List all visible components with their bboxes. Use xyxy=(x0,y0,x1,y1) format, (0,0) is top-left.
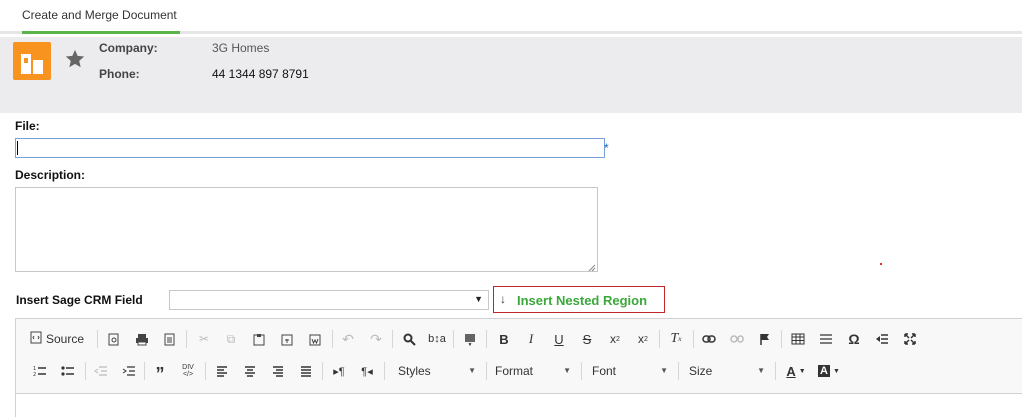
undo-icon[interactable]: ↶ xyxy=(338,329,358,349)
entity-header: Company: 3G Homes Phone: 44 1344 897 879… xyxy=(0,37,1022,113)
svg-text:2: 2 xyxy=(33,372,36,377)
phone-value: 44 1344 897 8791 xyxy=(212,67,309,81)
anchor-flag-icon[interactable] xyxy=(755,329,775,349)
strikethrough-icon[interactable]: S xyxy=(577,329,597,349)
format-dropdown[interactable]: Format ▼ xyxy=(495,361,571,381)
text-direction-rtl-icon[interactable]: ¶◂ xyxy=(357,361,377,381)
active-tab-indicator xyxy=(22,31,180,34)
indent-icon[interactable] xyxy=(119,361,139,381)
insert-nested-region-button[interactable]: ↓ Insert Nested Region xyxy=(493,286,665,313)
outdent-icon[interactable] xyxy=(91,361,111,381)
tab-create-merge-document[interactable]: Create and Merge Document xyxy=(22,0,180,34)
superscript-icon[interactable]: x2 xyxy=(633,329,653,349)
link-icon[interactable] xyxy=(699,329,719,349)
align-center-icon[interactable] xyxy=(240,361,260,381)
company-value: 3G Homes xyxy=(212,41,270,55)
size-dropdown[interactable]: Size ▼ xyxy=(689,361,765,381)
chevron-down-icon: ▼ xyxy=(474,294,483,304)
maximize-icon[interactable] xyxy=(900,329,920,349)
preview-icon[interactable] xyxy=(104,329,124,349)
text-cursor xyxy=(17,141,18,155)
chevron-down-icon: ▼ xyxy=(468,366,476,375)
copy-icon[interactable]: ⧉ xyxy=(221,329,241,349)
select-all-icon[interactable] xyxy=(460,329,480,349)
align-right-icon[interactable] xyxy=(268,361,288,381)
print-icon[interactable] xyxy=(132,329,152,349)
chevron-down-icon: ▼ xyxy=(563,366,571,375)
replace-icon[interactable]: b↕a xyxy=(427,329,447,349)
unlink-icon[interactable] xyxy=(727,329,747,349)
special-char-icon[interactable]: Ω xyxy=(844,329,864,349)
numbered-list-icon[interactable]: 12 xyxy=(30,361,50,381)
tab-label: Create and Merge Document xyxy=(22,8,177,22)
underline-icon[interactable]: U xyxy=(549,329,569,349)
justify-icon[interactable] xyxy=(296,361,316,381)
remove-format-icon[interactable]: Tx xyxy=(666,329,686,349)
font-label: Font xyxy=(592,364,617,378)
paste-word-icon[interactable] xyxy=(305,329,325,349)
italic-icon[interactable]: I xyxy=(521,329,541,349)
paste-icon[interactable] xyxy=(249,329,269,349)
text-direction-ltr-icon[interactable]: ▸¶ xyxy=(329,361,349,381)
phone-label: Phone: xyxy=(99,67,140,81)
size-label: Size xyxy=(689,364,713,378)
arrow-down-icon: ↓ xyxy=(500,292,506,306)
redo-icon[interactable]: ↷ xyxy=(366,329,386,349)
subscript-icon[interactable]: x2 xyxy=(605,329,625,349)
templates-icon[interactable] xyxy=(160,329,180,349)
text-color-icon[interactable]: A ▼ xyxy=(783,361,809,381)
paste-text-icon[interactable] xyxy=(277,329,297,349)
horizontal-line-icon[interactable] xyxy=(816,329,836,349)
resize-grip-icon[interactable] xyxy=(587,261,596,272)
page-break-icon[interactable] xyxy=(872,329,892,349)
chevron-down-icon: ▼ xyxy=(757,366,765,375)
source-label: Source xyxy=(46,332,85,346)
insert-field-label: Insert Sage CRM Field xyxy=(16,293,143,307)
required-marker: * xyxy=(604,141,609,155)
tab-bar: Create and Merge Document xyxy=(0,0,1022,34)
chevron-down-icon: ▼ xyxy=(660,366,668,375)
company-label: Company: xyxy=(99,41,158,55)
file-input[interactable] xyxy=(15,138,605,158)
description-textarea[interactable] xyxy=(15,187,598,272)
cut-icon[interactable]: ✂ xyxy=(194,329,214,349)
source-button[interactable]: Source xyxy=(30,329,92,349)
blockquote-icon[interactable]: ” xyxy=(150,361,170,384)
bulleted-list-icon[interactable] xyxy=(58,361,78,381)
favorite-star-icon[interactable] xyxy=(64,48,86,70)
description-label: Description: xyxy=(15,168,86,182)
styles-dropdown[interactable]: Styles ▼ xyxy=(398,361,476,381)
font-dropdown[interactable]: Font ▼ xyxy=(592,361,668,381)
bold-icon[interactable]: B xyxy=(494,329,514,349)
file-label: File: xyxy=(15,119,40,133)
company-building-icon xyxy=(13,42,51,80)
background-color-icon[interactable]: A ▼ xyxy=(816,361,842,381)
source-icon xyxy=(30,331,42,347)
insert-nested-region-label: Insert Nested Region xyxy=(517,293,648,308)
insert-field-select[interactable]: ▼ xyxy=(169,290,489,310)
find-icon[interactable] xyxy=(399,329,419,349)
styles-label: Styles xyxy=(398,364,431,378)
rich-text-editor: Source ✂ ⧉ ↶ ↷ b↕a B I U S x2 x2 Tx Ω 1 … xyxy=(15,318,1022,417)
stray-red-dot xyxy=(880,263,882,265)
table-icon[interactable] xyxy=(788,329,808,349)
align-left-icon[interactable] xyxy=(212,361,232,381)
create-div-icon[interactable]: DIV </> xyxy=(178,361,198,381)
editor-content-area[interactable] xyxy=(16,393,1022,417)
format-label: Format xyxy=(495,364,534,378)
